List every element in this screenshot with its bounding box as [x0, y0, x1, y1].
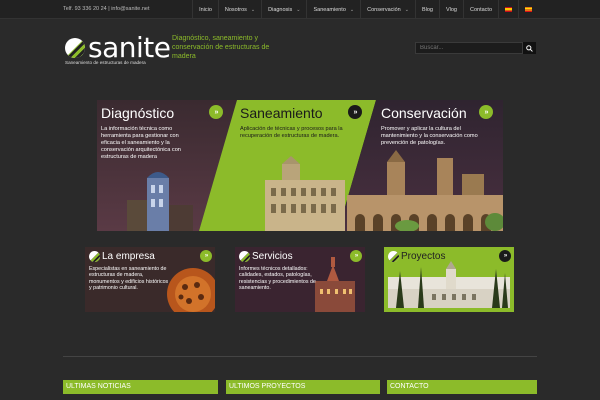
top-bar: Telf. 93 336 20 24 | info@sanite.net Ini… [0, 0, 600, 19]
banner-title-saneamiento[interactable]: Saneamiento [240, 105, 323, 121]
card-arrow-button[interactable]: » [350, 250, 362, 262]
card-arrow-button[interactable]: » [200, 250, 212, 262]
card-title: Proyectos [401, 251, 446, 262]
chevron-down-icon: ⌄ [404, 6, 409, 13]
divider [63, 356, 537, 357]
diagnostico-arrow-button[interactable]: » [209, 105, 223, 119]
double-chevron-right-icon: » [484, 108, 489, 116]
banner-title-diagnostico[interactable]: Diagnóstico [101, 105, 174, 121]
sanite-logo-icon [388, 251, 399, 262]
nav-label: Diagnosis [268, 6, 293, 13]
conservacion-arrow-button[interactable]: » [479, 105, 493, 119]
nav-item-diagnosis[interactable]: Diagnosis ⌄ [261, 0, 306, 19]
card-proyectos[interactable]: Proyectos » [384, 247, 514, 312]
sanite-logo-icon [239, 251, 250, 262]
nav-label: Contacto [469, 6, 492, 13]
search-button[interactable] [523, 42, 536, 54]
card-title: Servicios [252, 251, 293, 262]
contact-info: Telf. 93 336 20 24 | info@sanite.net [63, 6, 150, 12]
nav-item-saneamiento[interactable]: Saneamiento ⌄ [306, 0, 360, 19]
double-chevron-right-icon: » [503, 253, 508, 259]
card-la-empresa[interactable]: La empresa » Especialistas en saneamient… [85, 247, 215, 312]
search-input[interactable] [415, 42, 523, 54]
catalonia-flag-icon [525, 7, 532, 12]
nav-label: Inicio [199, 6, 212, 13]
footer-heading-noticias: ULTIMAS NOTICIAS [63, 380, 218, 394]
chevron-down-icon: ⌄ [250, 6, 256, 13]
tagline: Diagnóstico, saneamiento y conservación … [172, 35, 270, 60]
lang-ca[interactable] [518, 0, 538, 19]
nav-item-blog[interactable]: Blog [414, 0, 439, 19]
nav-label: Saneamiento [313, 6, 346, 13]
nav-item-contacto[interactable]: Contacto [462, 0, 498, 19]
banner-text-conservacion: Promover y aplicar la cultura del manten… [381, 126, 478, 146]
main-nav: Inicio Nosotros ⌄ Diagnosis ⌄ Saneamiento ⌄… [192, 0, 538, 19]
card-arrow-button[interactable]: » [499, 250, 511, 262]
nav-label: Nosotros [224, 6, 247, 13]
card-servicios[interactable]: Servicios » Informes técnicos detallados… [235, 247, 365, 312]
double-chevron-right-icon: » [354, 253, 359, 259]
logo-icon[interactable] [65, 38, 85, 58]
footer-heading-contacto: CONTACTO [387, 380, 537, 394]
lang-es[interactable] [498, 0, 518, 19]
footer-heading-proyectos: ULTIMOS PROYECTOS [226, 380, 380, 394]
nav-label: Blog [421, 6, 433, 13]
card-text: Informes técnicos detallados: calidades,… [239, 266, 316, 292]
spain-flag-icon [505, 7, 512, 12]
chevron-down-icon: ⌄ [349, 6, 355, 13]
nav-label: Conservación [367, 6, 401, 13]
banner-title-conservacion[interactable]: Conservación [381, 105, 467, 121]
banner-text-saneamiento: Aplicación de técnicas y procesos para l… [240, 126, 343, 139]
nav-label: Vlog [445, 6, 457, 13]
nav-item-nosotros[interactable]: Nosotros ⌄ [217, 0, 261, 19]
double-chevron-right-icon: » [353, 108, 358, 116]
double-chevron-right-icon: » [204, 253, 209, 259]
nav-item-inicio[interactable]: Inicio [192, 0, 218, 19]
card-title: La empresa [102, 251, 155, 262]
logo-subtitle: Saneamiento de estructuras de madera [65, 60, 146, 65]
chevron-down-icon: ⌄ [296, 6, 301, 13]
card-text: Especialistas en saneamiento de estructu… [89, 266, 169, 292]
search-icon [526, 44, 533, 52]
nav-item-conservacion[interactable]: Conservación ⌄ [360, 0, 415, 19]
hero-banner: Diagnóstico » La información técnica com… [97, 100, 503, 231]
nav-item-vlog[interactable]: Vlog [438, 0, 463, 19]
saneamiento-arrow-button[interactable]: » [348, 105, 362, 119]
banner-text-diagnostico: La información técnica como herramienta … [101, 126, 181, 160]
double-chevron-right-icon: » [214, 108, 219, 116]
sanite-logo-icon [89, 251, 100, 262]
